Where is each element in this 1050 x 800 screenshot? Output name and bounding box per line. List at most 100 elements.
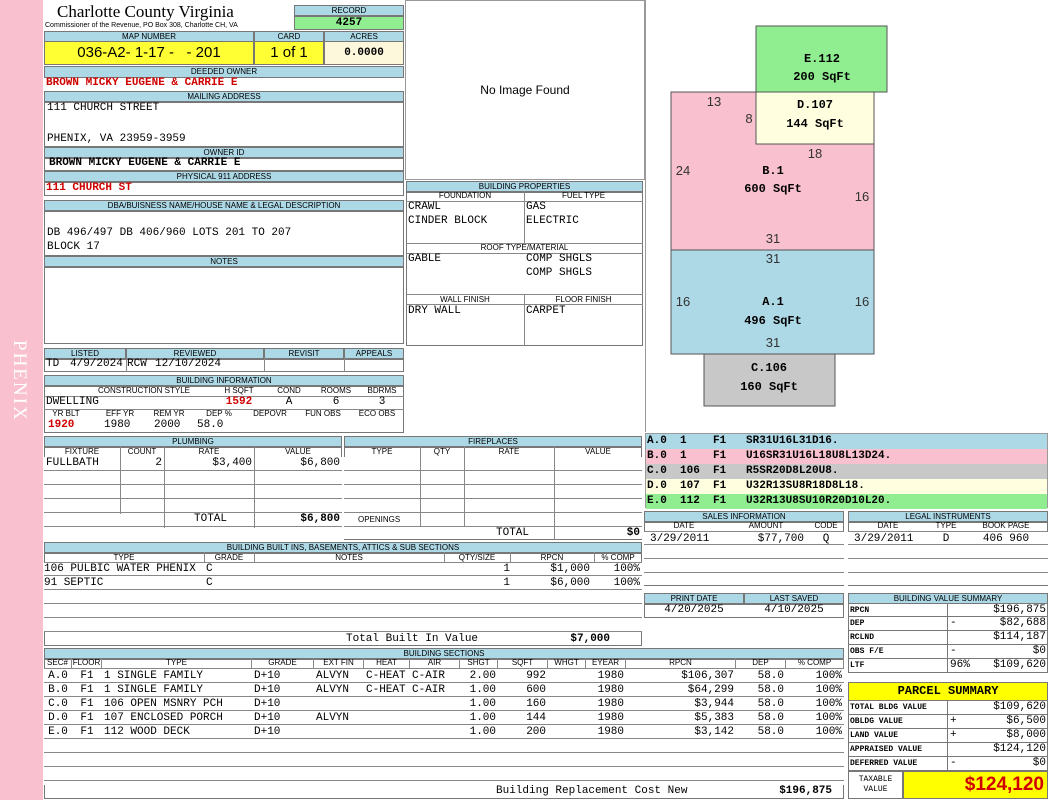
bvs-row: LTF 96% $109,620: [848, 659, 1048, 673]
taxable-value: $124,120: [903, 771, 1048, 799]
plumb-count: 2: [155, 457, 162, 469]
bi-row1-rpcn: $1,000: [550, 563, 590, 575]
record-label: RECORD: [294, 5, 404, 16]
parcel-row: TOTAL BLDG VALUE $109,620: [848, 701, 1048, 715]
listed-by: TD: [46, 358, 60, 370]
li-h-type: TYPE: [935, 521, 957, 530]
bi-row2-qty: 1: [503, 577, 510, 589]
plumb-h-rate: RATE: [198, 447, 220, 456]
divider: [444, 552, 445, 562]
bvs-row: OBS F/E - $0: [848, 645, 1048, 659]
dim-31-a-top: 31: [766, 251, 780, 266]
foundation-1: CRAWL: [408, 201, 442, 213]
parcel-sign: -: [947, 757, 993, 770]
parcel-label: TOTAL BLDG VALUE: [850, 703, 927, 712]
sections-cell: ALVYN: [316, 712, 350, 724]
floor-finish: CARPET: [526, 305, 566, 317]
sections-header-cell: WHGT: [548, 658, 586, 668]
owner-id: BROWN MICKY EUGENE & CARRIE E: [49, 157, 241, 169]
bvs-sign: [947, 631, 993, 644]
parcel-value: $124,120: [993, 743, 1046, 755]
sections-cell: 2.00: [469, 670, 496, 682]
sections-header-cell: SQFT: [498, 658, 548, 668]
construction-style: DWELLING: [46, 396, 99, 408]
divider: [594, 552, 595, 562]
sketch-e-sqft: 200 SqFt: [793, 70, 851, 84]
sections-cell: 107 ENCLOSED PORCH: [104, 712, 223, 724]
sections-cell: C-HEAT: [366, 670, 406, 682]
sections-cell: $64,299: [687, 684, 734, 696]
sections-cell: F1: [80, 726, 94, 738]
sale-code: Q: [822, 533, 830, 545]
bi-row2-rpcn: $6,000: [550, 577, 590, 589]
no-image-text: No Image Found: [480, 83, 570, 97]
bvs-sign: 96%: [947, 659, 993, 672]
bi-row1-type: 106 PULBIC WATER PHENIX: [44, 563, 196, 575]
remyr-value: 2000: [154, 419, 181, 431]
parcel-label: APPRAISED VALUE: [850, 745, 923, 754]
bvs-value: $196,875: [993, 604, 1046, 616]
bvs-label: RCLND: [850, 633, 875, 642]
sections-header-row: SEC# FLOOR TYPE GRADE EXT FIN HEAT AIR SHGT SQFT…: [44, 658, 844, 669]
dep-header: DEP %: [206, 409, 232, 418]
roof-header: ROOF TYPE/MATERIAL: [480, 243, 569, 252]
sections-header-cell: AIR: [410, 658, 460, 668]
vector-list: A.0 1 F1 SR31U16L31D16. B.0 1 F1 U16SR31U…: [645, 433, 1048, 509]
sale-date: 3/29/2011: [650, 533, 710, 545]
fire-h-rate: RATE: [498, 447, 520, 456]
divider: [126, 358, 127, 372]
parcel-value: $0: [1032, 757, 1046, 769]
sidebar-label: PHENIX: [9, 340, 30, 422]
sections-cell: 144: [526, 712, 546, 724]
roof-material-1: COMP SHGLS: [526, 253, 593, 265]
parcel-label: LAND VALUE: [850, 731, 899, 740]
brcn-label: Building Replacement Cost New: [496, 785, 688, 797]
sketch-panel: E.112 200 SqFt D.107 144 SqFt B.1 600 Sq…: [645, 0, 1050, 432]
bvs-label: RPCN: [850, 606, 870, 615]
sections-cell: 100%: [815, 698, 842, 710]
roof-type: GABLE: [408, 253, 442, 265]
roof-material-2: COMP SHGLS: [526, 267, 593, 279]
sections-cell: D.0: [48, 712, 68, 724]
sections-cell: 100%: [815, 670, 842, 682]
bi-total-label: Total Built In Value: [346, 633, 479, 645]
parcel-sign: [947, 743, 993, 756]
fire-h-qty: QTY: [433, 447, 451, 456]
bi-row2-grade: C: [206, 577, 213, 589]
divider: [406, 201, 643, 202]
sections-cell: 112 WOOD DECK: [104, 726, 190, 738]
sketch-c-sqft: 160 SqFt: [740, 380, 798, 394]
parcel-value: $6,500: [1006, 715, 1046, 727]
bvs-sign: -: [947, 645, 993, 658]
legal-line1: DB 496/497 DB 406/960 LOTS 201 TO 207: [47, 227, 292, 239]
sections-cell: $3,142: [694, 726, 734, 738]
bvs-row: RPCN $196,875: [848, 603, 1048, 617]
parcel-row: OBLDG VALUE + $6,500: [848, 715, 1048, 729]
bdrms-header: BDRMS: [367, 386, 397, 395]
sections-cell: 1.00: [469, 698, 496, 710]
bi-row1-qty: 1: [503, 563, 510, 575]
bdrms-value: 3: [378, 396, 386, 408]
foundation-header: FOUNDATION: [438, 191, 492, 200]
sections-cell: 992: [526, 670, 546, 682]
sketch-a-sqft: 496 SqFt: [744, 314, 802, 328]
fire-total-label: TOTAL: [496, 527, 530, 539]
sections-cell: D+10: [254, 712, 281, 724]
bvs-row: RCLND $114,187: [848, 631, 1048, 645]
deeded-owner: BROWN MICKY EUGENE & CARRIE E: [46, 77, 238, 89]
parcel-row: DEFERRED VALUE - $0: [848, 757, 1048, 771]
sections-cell: C.0: [48, 698, 68, 710]
sketch-d-name: D.107: [797, 98, 833, 112]
parcel-sign: +: [947, 729, 993, 742]
vector-line: A.0 1 F1 SR31U16L31D16.: [646, 434, 1047, 449]
sections-cell: 200: [526, 726, 546, 738]
bvs-table: RPCN $196,875 DEP - $82,688 RCLND $114,187 OBS …: [848, 603, 1048, 673]
sections-cell: 100%: [815, 712, 842, 724]
li-bookpage: 406 960: [982, 533, 1030, 545]
divider: [420, 446, 421, 526]
yrblt-value: 1920: [48, 419, 75, 431]
sections-header-cell: DEP: [736, 658, 786, 668]
reviewed-date: 12/10/2024: [155, 358, 222, 370]
vector-line: C.0 106 F1 R5SR20D8L20U8.: [646, 464, 1047, 479]
sidebar: PHENIX: [0, 0, 43, 800]
